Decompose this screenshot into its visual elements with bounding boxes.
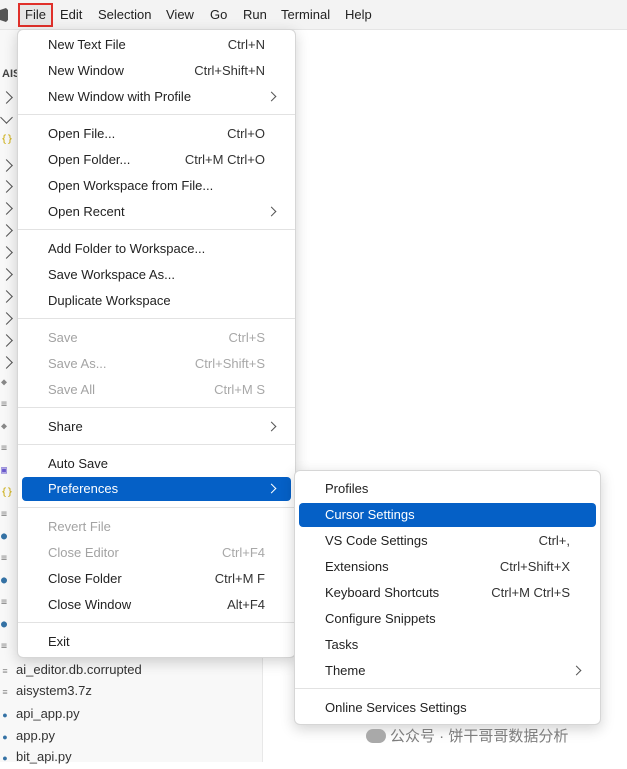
wechat-icon (366, 729, 386, 743)
python-file-icon: ● (1, 619, 8, 630)
menu-item-new-text-file[interactable]: New Text File Ctrl+N (22, 33, 291, 57)
menu-separator (18, 507, 295, 508)
menu-item-add-folder[interactable]: Add Folder to Workspace... (22, 237, 291, 261)
menu-item-new-window-with-profile[interactable]: New Window with Profile (22, 85, 291, 109)
menu-bar: File Edit Selection View Go Run Terminal… (0, 0, 627, 30)
git-file-icon: ◆ (1, 377, 8, 388)
chevron-right-icon[interactable] (0, 356, 13, 369)
chevron-right-icon[interactable] (0, 159, 13, 172)
chevron-right-icon[interactable] (0, 312, 13, 325)
menu-item-extensions[interactable]: Extensions Ctrl+Shift+X (299, 555, 596, 579)
preferences-submenu: Profiles Cursor Settings VS Code Setting… (294, 470, 601, 725)
menu-item-keyboard-shortcuts[interactable]: Keyboard Shortcuts Ctrl+M Ctrl+S (299, 581, 596, 605)
menu-help[interactable]: Help (339, 4, 378, 26)
menu-separator (18, 114, 295, 115)
text-file-icon: ≡ (1, 553, 8, 564)
watermark-text: 公众号 · 饼干哥哥数据分析 (390, 728, 569, 745)
chevron-right-icon[interactable] (0, 268, 13, 281)
menu-item-save-all: Save All Ctrl+M S (48, 382, 265, 397)
menu-separator (18, 318, 295, 319)
python-file-icon: ● (2, 753, 8, 763)
menu-item-close-window[interactable]: Close Window Alt+F4 (22, 593, 291, 617)
menu-view[interactable]: View (160, 4, 200, 26)
menu-item-open-folder[interactable]: Open Folder... Ctrl+M Ctrl+O (22, 148, 291, 172)
text-file-icon: ≡ (1, 509, 8, 520)
menu-item-revert-file: Revert File (48, 519, 111, 534)
chevron-down-icon[interactable] (0, 111, 13, 124)
file-item[interactable]: ● api_app.py (0, 703, 80, 725)
menu-item-open-file[interactable]: Open File... Ctrl+O (22, 122, 291, 146)
file-item[interactable]: ● bit_api.py (0, 746, 71, 768)
chevron-right-icon[interactable] (0, 224, 13, 237)
chevron-right-icon[interactable] (0, 202, 13, 215)
chevron-right-icon (571, 665, 582, 676)
app-logo-icon (0, 8, 8, 22)
chevron-right-icon[interactable] (0, 290, 13, 303)
menu-item-close-folder[interactable]: Close Folder Ctrl+M F (22, 567, 291, 591)
menu-separator (295, 688, 600, 689)
menu-item-save-workspace-as[interactable]: Save Workspace As... (22, 263, 291, 287)
menu-item-exit[interactable]: Exit (22, 630, 291, 654)
file-item[interactable]: ≡ aisystem3.7z (0, 680, 92, 702)
python-file-icon: ● (1, 531, 8, 542)
menu-separator (18, 622, 295, 623)
file-name: aisystem3.7z (16, 683, 92, 698)
chevron-right-icon[interactable] (0, 334, 13, 347)
menu-item-open-workspace[interactable]: Open Workspace from File... (22, 174, 291, 198)
menu-item-auto-save[interactable]: Auto Save (22, 452, 291, 476)
chevron-right-icon (266, 421, 277, 432)
menu-item-duplicate-workspace[interactable]: Duplicate Workspace (22, 289, 291, 313)
menu-file[interactable]: File (18, 3, 53, 27)
menu-item-profiles[interactable]: Profiles (299, 477, 596, 501)
chevron-right-icon (266, 483, 277, 494)
watermark: 公众号 · 饼干哥哥数据分析 (366, 727, 568, 747)
menu-item-close-editor: Close Editor Ctrl+F4 (48, 545, 265, 560)
json-file-icon: {} (1, 134, 14, 145)
chevron-right-icon[interactable] (0, 180, 13, 193)
chevron-right-icon (266, 206, 277, 217)
chevron-right-icon[interactable] (0, 246, 13, 259)
python-file-icon: ● (2, 710, 8, 720)
file-name: api_app.py (16, 706, 80, 721)
git-file-icon: ◆ (1, 421, 8, 432)
chevron-right-icon[interactable] (0, 91, 13, 104)
menu-selection[interactable]: Selection (92, 4, 157, 26)
chevron-right-icon (266, 91, 277, 102)
menu-separator (18, 407, 295, 408)
python-file-icon: ● (1, 575, 8, 586)
menu-item-share[interactable]: Share (22, 415, 291, 439)
menu-separator (18, 444, 295, 445)
menu-separator (18, 229, 295, 230)
text-file-icon: ≡ (2, 666, 8, 676)
menu-terminal[interactable]: Terminal (275, 4, 336, 26)
menu-item-preferences[interactable]: Preferences (22, 477, 291, 501)
text-file-icon: ≡ (1, 399, 8, 410)
menu-edit[interactable]: Edit (54, 4, 88, 26)
file-name: ai_editor.db.corrupted (16, 662, 142, 677)
file-item[interactable]: ≡ ai_editor.db.corrupted (0, 659, 142, 681)
menu-item-vscode-settings[interactable]: VS Code Settings Ctrl+, (299, 529, 596, 553)
menu-run[interactable]: Run (237, 4, 273, 26)
menu-item-tasks[interactable]: Tasks (299, 633, 596, 657)
text-file-icon: ≡ (1, 597, 8, 608)
menu-item-theme[interactable]: Theme (299, 659, 596, 683)
json-file-icon: {} (1, 487, 14, 498)
image-file-icon: ▣ (1, 465, 8, 476)
file-item[interactable]: ● app.py (0, 725, 55, 747)
menu-item-save-as: Save As... Ctrl+Shift+S (48, 356, 265, 371)
menu-item-online-services-settings[interactable]: Online Services Settings (299, 696, 596, 720)
text-file-icon: ≡ (1, 443, 8, 454)
python-file-icon: ● (2, 732, 8, 742)
menu-item-save: Save Ctrl+S (48, 330, 265, 345)
text-file-icon: ≡ (1, 641, 8, 652)
menu-item-new-window[interactable]: New Window Ctrl+Shift+N (22, 59, 291, 83)
file-name: app.py (16, 728, 56, 743)
file-menu: New Text File Ctrl+N New Window Ctrl+Shift… (17, 29, 296, 658)
menu-item-cursor-settings[interactable]: Cursor Settings (299, 503, 596, 527)
text-file-icon: ≡ (2, 687, 8, 697)
menu-go[interactable]: Go (204, 4, 233, 26)
menu-item-configure-snippets[interactable]: Configure Snippets (299, 607, 596, 631)
menu-item-open-recent[interactable]: Open Recent (22, 200, 291, 224)
